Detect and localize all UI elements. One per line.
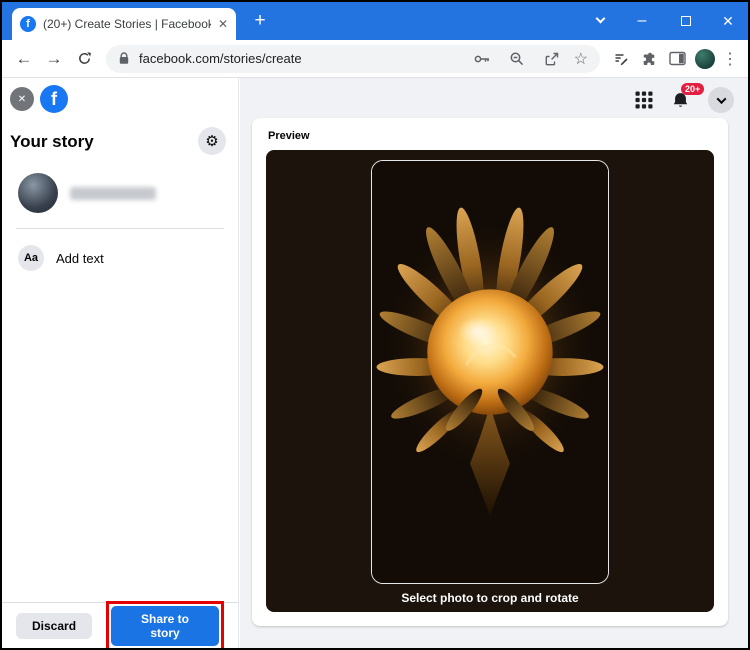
preview-card: Preview [252, 118, 728, 626]
user-name-blurred [70, 187, 156, 200]
notes-extension-icon[interactable] [608, 45, 634, 73]
lock-icon[interactable] [118, 52, 130, 66]
add-text-icon: Aa [18, 245, 44, 271]
address-bar[interactable]: facebook.com/stories/create ☆ [106, 45, 600, 73]
maximize-icon [681, 16, 691, 26]
add-text-label: Add text [56, 251, 104, 266]
tab-title: (20+) Create Stories | Facebook [43, 17, 211, 31]
discard-button[interactable]: Discard [16, 613, 92, 639]
zoom-icon[interactable] [504, 45, 530, 73]
side-panel-icon[interactable] [664, 45, 690, 73]
back-button[interactable]: ← [10, 45, 38, 73]
browser-window: f (20+) Create Stories | Facebook ✕ + – … [0, 0, 750, 650]
preview-label: Preview [252, 118, 728, 150]
browser-menu-icon[interactable]: ⋮ [720, 49, 740, 69]
close-tab-icon[interactable]: ✕ [218, 17, 228, 31]
close-window-button[interactable]: ✕ [710, 2, 746, 40]
annotation-highlight: Share to story [106, 601, 224, 650]
story-frame[interactable] [371, 160, 609, 584]
close-button[interactable]: ✕ [10, 87, 34, 111]
bookmark-star-icon[interactable]: ☆ [574, 49, 588, 69]
browser-tab[interactable]: f (20+) Create Stories | Facebook ✕ [12, 8, 236, 40]
story-author-item[interactable] [6, 164, 235, 222]
forward-button[interactable]: → [40, 45, 68, 73]
reload-icon [77, 51, 92, 66]
share-icon[interactable] [539, 45, 565, 73]
reload-button[interactable] [70, 45, 98, 73]
apps-grid-icon[interactable] [635, 91, 653, 109]
notification-badge: 20+ [681, 83, 704, 95]
account-menu-button[interactable] [708, 87, 734, 113]
facebook-logo[interactable]: f [40, 85, 68, 113]
maximize-button[interactable] [668, 2, 704, 40]
url-text[interactable]: facebook.com/stories/create [139, 51, 302, 66]
facebook-favicon: f [20, 16, 36, 32]
header-actions: 20+ [635, 87, 734, 113]
extensions-puzzle-icon[interactable] [636, 45, 662, 73]
chevron-down-icon [716, 94, 726, 104]
notifications-bell-icon[interactable]: 20+ [671, 91, 690, 110]
password-key-icon[interactable] [469, 45, 495, 73]
page-content: ✕ f Your story ⚙ Aa Add text Discard Sha… [2, 78, 748, 648]
story-editor-canvas: Select photo to crop and rotate [266, 150, 714, 612]
page-title: Your story [10, 132, 94, 152]
profile-avatar[interactable] [695, 49, 715, 69]
browser-toolbar: ← → facebook.com/stories/create ☆ [2, 40, 748, 78]
divider [16, 228, 224, 229]
main-area: 20+ Preview [240, 78, 748, 648]
story-sidebar: ✕ f Your story ⚙ Aa Add text Discard Sha… [2, 78, 239, 648]
minimize-button[interactable]: – [624, 2, 660, 40]
settings-gear-button[interactable]: ⚙ [198, 127, 226, 155]
add-text-item[interactable]: Aa Add text [6, 238, 235, 278]
crop-hint-text: Select photo to crop and rotate [401, 584, 578, 612]
browser-titlebar: f (20+) Create Stories | Facebook ✕ + – … [2, 2, 748, 40]
share-to-story-button[interactable]: Share to story [111, 606, 219, 646]
new-tab-button[interactable]: + [248, 9, 272, 33]
user-avatar [18, 173, 58, 213]
story-artwork[interactable] [372, 161, 608, 583]
sidebar-footer: Discard Share to story [2, 602, 238, 648]
chevron-down-icon[interactable] [592, 15, 608, 29]
